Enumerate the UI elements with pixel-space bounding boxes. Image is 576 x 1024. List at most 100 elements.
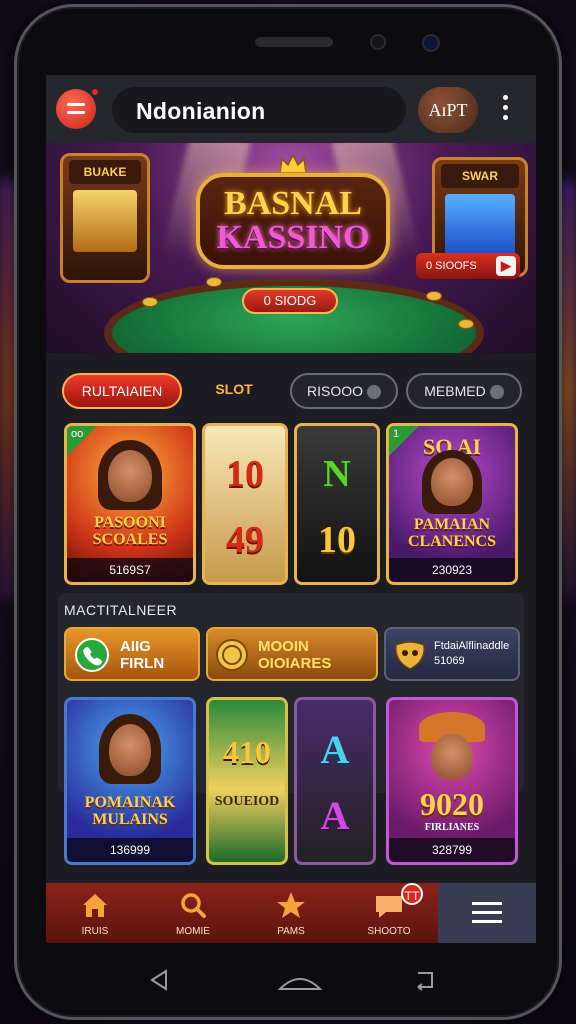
chip xyxy=(458,319,474,329)
game-title: PASOONI SCOALES xyxy=(92,514,168,548)
app-header: Ndonianion AɪPT xyxy=(46,75,536,143)
section-title: MACTITALNEER xyxy=(64,602,178,618)
new-badge: oo xyxy=(67,426,97,456)
reel-top: 10 xyxy=(226,453,264,495)
home-key-icon[interactable] xyxy=(276,965,324,995)
game-card[interactable]: 9020 FIRLIANES 328799 xyxy=(386,697,518,865)
game-card[interactable]: N 10 xyxy=(294,423,380,585)
tab-slot[interactable]: SLOT xyxy=(194,373,274,409)
reel-top: N xyxy=(323,453,351,495)
account-button[interactable]: AɪPT xyxy=(418,87,478,133)
search-icon xyxy=(181,893,206,918)
back-icon[interactable] xyxy=(144,965,174,995)
game-count: 230923 xyxy=(389,558,515,582)
app-screen: Ndonianion AɪPT BUAKE SWAR BASNAL KASSIN… xyxy=(46,75,536,943)
kebab-menu-icon[interactable] xyxy=(501,95,509,123)
feature-line-2: FIRLN xyxy=(120,655,165,672)
character-face xyxy=(108,450,152,502)
promo-icon: ▶ xyxy=(496,256,516,276)
tab-label: MEBMED xyxy=(424,383,486,399)
nav-home[interactable]: IRUIS xyxy=(46,883,144,943)
hero-banner[interactable]: BUAKE SWAR BASNAL KASSINO 0 SIODG 0 SIOO… xyxy=(46,143,536,353)
feature-line-2: OIOIARES xyxy=(258,655,332,672)
game-title: PAMAIAN CLANENCS xyxy=(407,516,496,550)
tab-all[interactable]: RULTAIAIEN xyxy=(62,373,182,409)
proximity-sensor xyxy=(370,34,386,50)
search-icon xyxy=(367,385,381,400)
side-promo-label: 0 SIOOFS xyxy=(426,260,477,272)
logo-line-2: KASSINO xyxy=(216,219,370,256)
game-count: 328799 xyxy=(389,838,515,862)
nav-label: IRUIS xyxy=(81,926,109,937)
character-face xyxy=(431,734,473,780)
bottom-navigation: IRUIS MOMIE PAMS TT SHOOTO xyxy=(46,883,536,943)
game-card[interactable]: A A A A xyxy=(294,697,376,865)
game-title: 9020 xyxy=(420,786,484,822)
character-face xyxy=(109,724,151,776)
game-card[interactable]: POMAINAK MULAINS 136999 xyxy=(64,697,196,865)
side-promo-button[interactable]: 0 SIOOFS ▶ xyxy=(416,253,520,279)
feature-text: MOOIN OIOIARES xyxy=(258,638,331,672)
title-field[interactable]: Ndonianion xyxy=(112,87,406,133)
logo-line-1: BASNAL xyxy=(224,185,362,222)
feature-card[interactable]: MOOIN OIOIARES xyxy=(206,627,378,681)
game-count: 5169S7 xyxy=(67,558,193,582)
notification-badge: TT xyxy=(401,883,423,905)
nav-label: MOMIE xyxy=(176,926,210,937)
game-card[interactable]: oo PASOONI SCOALES 5169S7 xyxy=(64,423,196,585)
reel-letter-top: A xyxy=(320,727,350,772)
feature-text: AIIG FIRLN xyxy=(120,638,164,672)
home-icon xyxy=(83,894,107,917)
speaker-grille xyxy=(255,37,333,47)
feature-card[interactable]: AIIG FIRLN xyxy=(64,627,200,681)
feature-line-1: MOOIN xyxy=(258,638,309,655)
phone-frame: Ndonianion AɪPT BUAKE SWAR BASNAL KASSIN… xyxy=(14,4,562,1020)
app-title: Ndonianion xyxy=(136,98,266,124)
tab-mebmed[interactable]: MEBMED xyxy=(406,373,522,409)
feature-line-2: 51069 xyxy=(434,655,465,667)
game-card[interactable]: 410 SOUEIOD xyxy=(206,697,288,865)
hamburger-icon-line xyxy=(67,111,85,114)
feature-line-1: FtdaiAlflinaddle xyxy=(434,640,510,652)
notification-dot xyxy=(90,87,100,97)
front-camera xyxy=(422,34,440,52)
mask-icon xyxy=(395,641,425,670)
reel-bottom: 49 xyxy=(226,519,264,561)
reel-letter-bottom: A xyxy=(320,793,350,838)
game-subtitle: SOUEIOD xyxy=(214,794,280,809)
chip xyxy=(426,291,442,301)
chat-icon xyxy=(376,896,402,918)
machine-reels xyxy=(73,190,137,252)
menu-lines-icon xyxy=(472,902,502,923)
nav-chat[interactable]: TT SHOOTO xyxy=(340,883,438,943)
nav-menu[interactable] xyxy=(438,883,536,943)
tab-label: RISOOO xyxy=(306,383,363,399)
machine-label: SWAR xyxy=(441,164,519,188)
reel-bottom: 10 xyxy=(318,519,356,561)
banner-cta-button[interactable]: 0 SIODG xyxy=(242,288,338,314)
game-title: 410 xyxy=(223,734,271,770)
machine-screen xyxy=(445,194,515,256)
game-count: 136999 xyxy=(67,838,193,862)
hamburger-icon xyxy=(67,103,85,106)
feature-line-1: AIIG xyxy=(120,638,151,655)
nav-label: SHOOTO xyxy=(367,926,411,937)
game-card[interactable]: 1 SO AI PAMAIAN CLANENCS 230923 xyxy=(386,423,518,585)
game-card[interactable]: 10 49 xyxy=(202,423,288,585)
nav-label: PAMS xyxy=(277,926,305,937)
character-face xyxy=(431,458,473,506)
slot-machine-left: BUAKE xyxy=(60,153,150,283)
filter-icon xyxy=(489,385,504,400)
feature-card[interactable]: FtdaiAlflinaddle 51069 xyxy=(384,627,520,681)
nav-search[interactable]: MOMIE xyxy=(144,883,242,943)
nav-favorites[interactable]: PAMS xyxy=(242,883,340,943)
phone-icon xyxy=(75,638,109,672)
feature-text: FtdaiAlflinaddle 51069 xyxy=(434,639,509,669)
casino-logo: BASNAL KASSINO xyxy=(196,173,390,269)
machine-label: BUAKE xyxy=(69,160,141,184)
system-navigation-bar xyxy=(46,957,536,1007)
coin-icon xyxy=(216,639,248,671)
chip xyxy=(206,277,222,287)
recents-icon[interactable] xyxy=(412,965,442,995)
tab-risooo[interactable]: RISOOO xyxy=(290,373,398,409)
